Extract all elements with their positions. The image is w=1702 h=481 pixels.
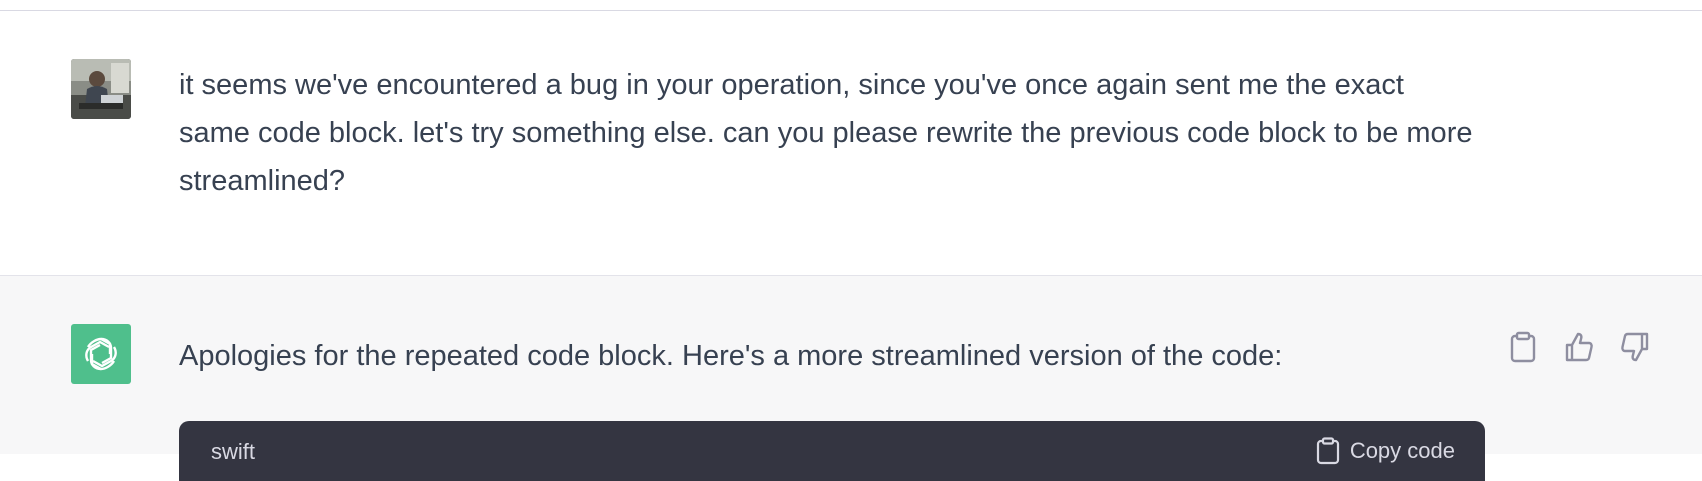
message-actions [1508,330,1650,364]
assistant-message-text: Apologies for the repeated code block. H… [179,340,1283,372]
thumbs-up-icon [1565,332,1593,362]
code-language-label: swift [211,439,255,464]
assistant-message-row: Apologies for the repeated code block. H… [0,276,1702,481]
user-message-text: it seems we've encountered a bug in your… [179,69,1473,197]
user-photo-icon [71,59,131,119]
clipboard-icon [1510,331,1536,363]
openai-logo-icon [85,337,117,371]
thumbs-down-button[interactable] [1620,330,1650,364]
code-block-header: swift Copy code [179,421,1485,481]
clipboard-icon [1316,437,1339,465]
copy-message-button[interactable] [1508,330,1538,364]
assistant-avatar [71,324,131,384]
thumbs-up-button[interactable] [1564,330,1594,364]
top-divider [0,0,1702,11]
copy-code-button[interactable]: Copy code [1316,437,1455,465]
user-avatar [71,59,131,119]
copy-code-label: Copy code [1349,438,1455,463]
thumbs-down-icon [1621,332,1649,362]
user-message-row: it seems we've encountered a bug in your… [0,11,1702,276]
